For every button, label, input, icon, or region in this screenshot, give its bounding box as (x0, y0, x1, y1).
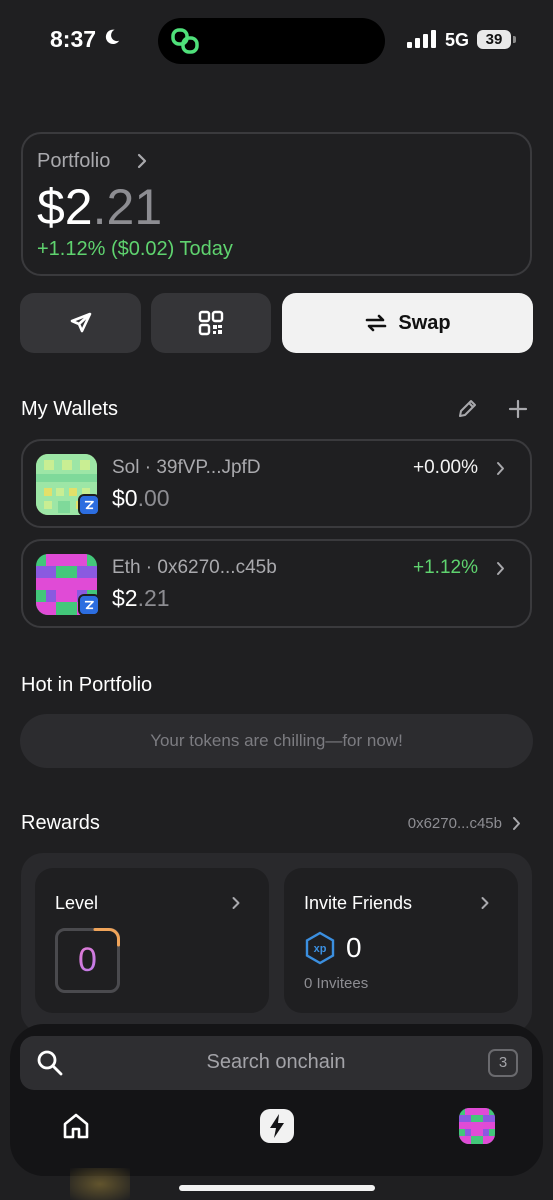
xp-row: xp 0 (304, 930, 362, 966)
chevron-right-icon (232, 897, 240, 909)
search-input[interactable]: Search onchain 3 (20, 1036, 532, 1090)
network-type: 5G (445, 30, 470, 50)
svg-text:xp: xp (314, 943, 327, 955)
chevron-right-icon (497, 462, 504, 475)
rewards-title: Rewards (21, 812, 100, 834)
home-icon[interactable] (60, 1110, 92, 1142)
chevron-right-icon (137, 153, 147, 169)
invite-friends-card[interactable]: Invite Friends xp 0 0 Invitees (284, 868, 518, 1013)
glow-decoration (70, 1168, 130, 1200)
profile-avatar[interactable] (459, 1108, 495, 1144)
chevron-right-icon[interactable] (511, 816, 522, 831)
wallet-row-sol[interactable]: Sol · 39fVP...JpfD $0.00 +0.00% (21, 439, 532, 528)
rewards-panel: Level 0 Invite Friends xp 0 0 Invitees (21, 853, 532, 1033)
status-time: 8:37 (50, 26, 97, 52)
wallet-balance: $2.21 (112, 585, 170, 611)
hot-in-portfolio-title: Hot in Portfolio (21, 674, 153, 696)
my-wallets-title: My Wallets (21, 398, 119, 420)
chain-badge-icon (78, 594, 100, 616)
portfolio-balance: $2.21 (37, 179, 163, 235)
search-shortcut-badge: 3 (488, 1049, 518, 1077)
moon-icon (105, 29, 120, 45)
edit-icon[interactable] (456, 398, 478, 420)
portfolio-change: +1.12% ($0.02) Today (37, 238, 233, 260)
status-bar: 8:37 5G 39 (0, 0, 553, 84)
signal-icon (407, 30, 436, 48)
level-card[interactable]: Level 0 (35, 868, 269, 1013)
wallet-change: +0.00% (413, 457, 478, 478)
wallet-name: Sol · 39fVP...JpfD (112, 457, 261, 478)
xp-icon: xp (305, 931, 335, 965)
add-icon[interactable] (507, 398, 529, 420)
send-button[interactable] (20, 293, 141, 353)
swap-icon (366, 314, 387, 332)
chain-badge-icon (78, 494, 100, 516)
wallet-balance: $0.00 (112, 485, 170, 511)
empty-tokens-message: Your tokens are chilling—for now! (20, 714, 533, 768)
send-icon (70, 312, 91, 333)
wallet-row-eth[interactable]: Eth · 0x6270...c45b $2.21 +1.12% (21, 539, 532, 628)
swap-label: Swap (398, 311, 451, 334)
level-value: 0 (55, 928, 120, 993)
portfolio-label: Portfolio (37, 150, 111, 172)
invitees-count: 0 Invitees (304, 975, 369, 992)
lightning-icon[interactable] (259, 1108, 295, 1144)
invite-title: Invite Friends (304, 893, 413, 913)
swap-button[interactable]: Swap (282, 293, 533, 353)
chevron-right-icon (497, 562, 504, 575)
chevron-right-icon (481, 897, 489, 909)
search-placeholder: Search onchain (206, 1051, 346, 1073)
qr-code-icon (198, 310, 224, 336)
app-link-icon (171, 28, 199, 54)
wallet-name: Eth · 0x6270...c45b (112, 557, 277, 578)
receive-qr-button[interactable] (151, 293, 271, 353)
level-title: Level (55, 893, 99, 913)
rewards-address[interactable]: 0x6270...c45b (408, 815, 502, 832)
home-indicator[interactable] (179, 1185, 375, 1191)
battery-icon: 39 (477, 30, 511, 49)
xp-value: 0 (346, 932, 362, 963)
wallet-change: +1.12% (413, 557, 478, 578)
dynamic-island (158, 18, 385, 64)
portfolio-card[interactable]: Portfolio $2.21 +1.12% ($0.02) Today (21, 132, 532, 276)
battery-tip (513, 36, 516, 43)
bottom-bar: Search onchain 3 (10, 1024, 543, 1176)
